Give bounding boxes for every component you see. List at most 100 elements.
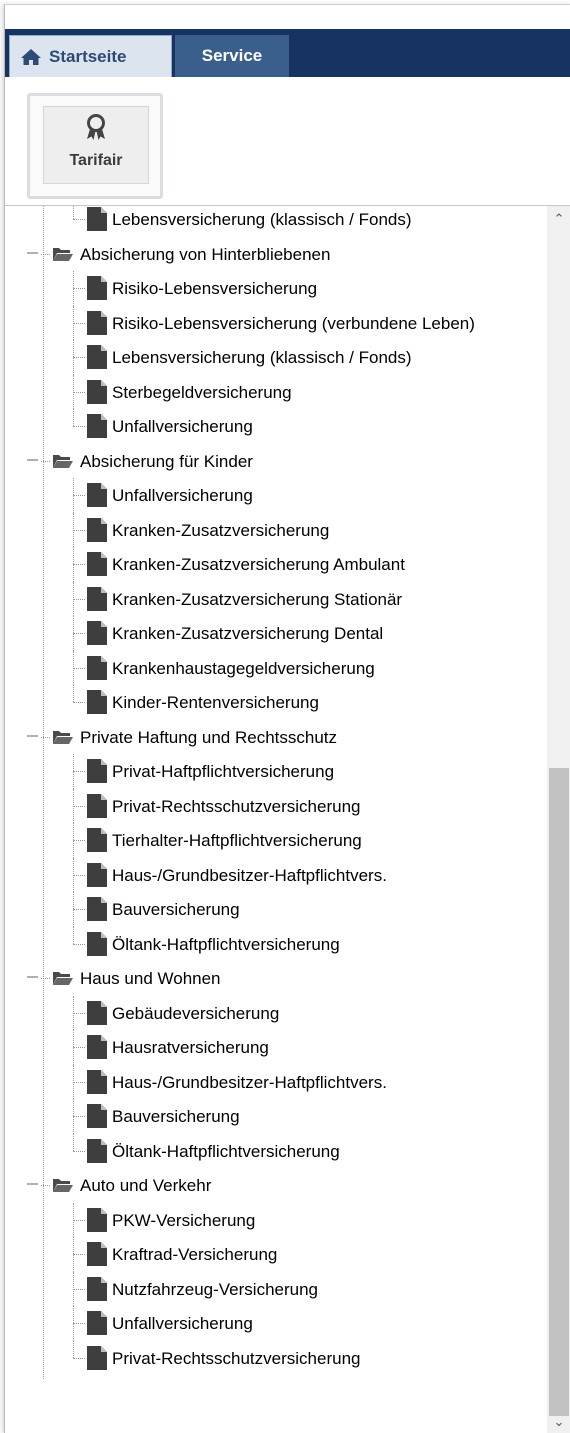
tree-item-label: Bauversicherung: [112, 1107, 240, 1126]
tree-item[interactable]: Lebensversicherung (klassisch / Fonds): [5, 340, 539, 375]
tree-folder[interactable]: Haus und Wohnen: [5, 961, 539, 995]
vertical-scrollbar[interactable]: ⌃ ⌄: [547, 206, 570, 1433]
tree-item[interactable]: PKW-Versicherung: [5, 1202, 539, 1237]
scroll-down-icon[interactable]: ⌄: [552, 1415, 566, 1429]
tree-connector: [73, 1012, 85, 1014]
tree-folder-label: Auto und Verkehr: [80, 1176, 212, 1195]
tree-connector: [73, 667, 85, 669]
tree-item[interactable]: Hausratversicherung: [5, 1030, 539, 1065]
file-icon: [86, 896, 108, 922]
tree-item[interactable]: Kranken-Zusatzversicherung Ambulant: [5, 547, 539, 582]
tree-item[interactable]: Lebensversicherung (klassisch / Fonds): [5, 206, 539, 236]
tree-item-label: Kranken-Zusatzversicherung Stationär: [112, 589, 403, 609]
tree-folder[interactable]: Absicherung für Kinder: [5, 444, 539, 478]
tree-item-label: Privat-Haftpflichtversicherung: [112, 762, 335, 781]
scroll-thumb[interactable]: [549, 768, 569, 1416]
tree-item[interactable]: Krankenhaustagegeldversicherung: [5, 650, 539, 685]
tree-item[interactable]: Nutzfahrzeug-Versicherung: [5, 1271, 539, 1306]
tab-service[interactable]: Service: [175, 35, 289, 77]
collapse-icon[interactable]: [26, 455, 40, 465]
tree-folder[interactable]: Private Haftung und Rechtsschutz: [5, 720, 539, 754]
tree-branch-line: [73, 685, 74, 702]
tree-item[interactable]: Unfallversicherung: [5, 478, 539, 513]
tree-item[interactable]: Risiko-Lebensversicherung: [5, 271, 539, 306]
file-icon: [86, 275, 108, 301]
tree-connector: [73, 219, 85, 220]
tree-item-label: Kranken-Zusatzversicherung Ambulant: [112, 555, 405, 574]
tree-item[interactable]: Kranken-Zusatzversicherung Dental: [5, 616, 539, 651]
tree-item[interactable]: Gebäudeversicherung: [5, 995, 539, 1030]
file-icon: [86, 1241, 108, 1267]
collapse-icon[interactable]: [26, 248, 40, 258]
tree-item[interactable]: Öltank-Haftpflichtversicherung: [5, 1133, 539, 1168]
tree-connector: [73, 805, 85, 807]
tree-item-label: Tierhalter-Haftpflichtversicherung: [112, 831, 362, 850]
file-icon: [86, 206, 108, 232]
tree-item[interactable]: Kinder-Rentenversicherung: [5, 685, 539, 719]
tree-item[interactable]: Unfallversicherung: [5, 409, 539, 443]
tree-item-label: Haus-/Grundbesitzer-Haftpflichtvers.: [112, 865, 387, 885]
tree-item[interactable]: Öltank-Haftpflichtversicherung: [5, 926, 539, 961]
home-icon: [21, 48, 41, 65]
file-icon: [86, 344, 108, 370]
tree-item-label: Unfallversicherung: [112, 417, 253, 436]
file-icon: [86, 1310, 108, 1336]
collapse-icon[interactable]: [26, 1179, 40, 1189]
file-icon: [86, 1069, 108, 1095]
tree-connector: [73, 529, 85, 531]
tree-connector: [73, 1081, 85, 1083]
tree-item-label: Kraftrad-Versicherung: [112, 1245, 278, 1264]
tree-item-label: Haus-/Grundbesitzer-Haftpflichtvers.: [112, 1072, 387, 1092]
file-icon: [86, 1276, 108, 1302]
file-icon: [86, 482, 108, 508]
collapse-icon[interactable]: [26, 731, 40, 741]
file-icon: [86, 1000, 108, 1026]
tree-item-label: Lebensversicherung (klassisch / Fonds): [112, 210, 412, 229]
tree-item-label: Hausratversicherung: [112, 1038, 269, 1057]
tree-item[interactable]: Risiko-Lebensversicherung (verbundene Le…: [5, 305, 539, 340]
tree-item[interactable]: Bauversicherung: [5, 1099, 539, 1134]
tree-item[interactable]: Privat-Rechtsschutzversicherung: [5, 1340, 539, 1375]
tree-item-label: Privat-Rechtsschutzversicherung: [112, 796, 361, 816]
tree-connector: [73, 1288, 85, 1290]
tree-item[interactable]: Unfallversicherung: [5, 1306, 539, 1341]
tree-folder-label: Absicherung von Hinterbliebenen: [80, 244, 331, 264]
tree-connector: [73, 288, 85, 289]
tree-connector: [73, 1116, 85, 1117]
tree-item[interactable]: Haus-/Grundbesitzer-Haftpflichtvers.: [5, 1064, 539, 1099]
collapse-icon[interactable]: [26, 972, 40, 982]
tree-item[interactable]: Tierhalter-Haftpflichtversicherung: [5, 823, 539, 858]
folder-open-icon: [52, 246, 74, 262]
tree-item-label: Unfallversicherung: [112, 1314, 253, 1333]
tree-item-label: Gebäudeversicherung: [112, 1003, 280, 1023]
tree-folder[interactable]: Absicherung von Hinterbliebenen: [5, 237, 539, 271]
tree-connector: [73, 1150, 85, 1152]
tree-item[interactable]: Kranken-Zusatzversicherung: [5, 512, 539, 547]
tree-item[interactable]: Kranken-Zusatzversicherung Stationär: [5, 581, 539, 616]
category-tree: Lebensversicherung (klassisch / Fonds) Ab…: [5, 206, 570, 1433]
tree-item[interactable]: Privat-Haftpflichtversicherung: [5, 754, 539, 789]
file-icon: [86, 310, 108, 336]
tree-item[interactable]: Kraftrad-Versicherung: [5, 1237, 539, 1272]
tarifair-button[interactable]: Tarifair: [43, 106, 149, 184]
file-icon: [86, 1034, 108, 1060]
tree-folder-label: Haus und Wohnen: [80, 969, 221, 988]
tree-item[interactable]: Privat-Rechtsschutzversicherung: [5, 788, 539, 823]
tree-item[interactable]: Haus-/Grundbesitzer-Haftpflichtvers.: [5, 857, 539, 892]
tree-branch-line: [73, 926, 74, 944]
tree-connector: [73, 426, 85, 427]
file-icon: [86, 1103, 108, 1129]
tab-startseite[interactable]: Startseite: [9, 35, 172, 77]
tree-item[interactable]: Sterbegeldversicherung: [5, 374, 539, 409]
file-icon: [86, 655, 108, 681]
tree-folder[interactable]: Auto und Verkehr: [5, 1168, 539, 1202]
tree-item-label: Kranken-Zusatzversicherung: [112, 520, 330, 540]
scroll-up-icon[interactable]: ⌃: [552, 212, 566, 226]
tree-item-label: Unfallversicherung: [112, 486, 253, 505]
tree-connector: [73, 322, 85, 324]
tree-item[interactable]: Bauversicherung: [5, 892, 539, 927]
tree-item-label: Lebensversicherung (klassisch / Fonds): [112, 348, 412, 367]
file-icon: [86, 862, 108, 888]
tree-branch-line: [73, 1133, 74, 1151]
ribbon-group: Tarifair: [27, 93, 163, 199]
